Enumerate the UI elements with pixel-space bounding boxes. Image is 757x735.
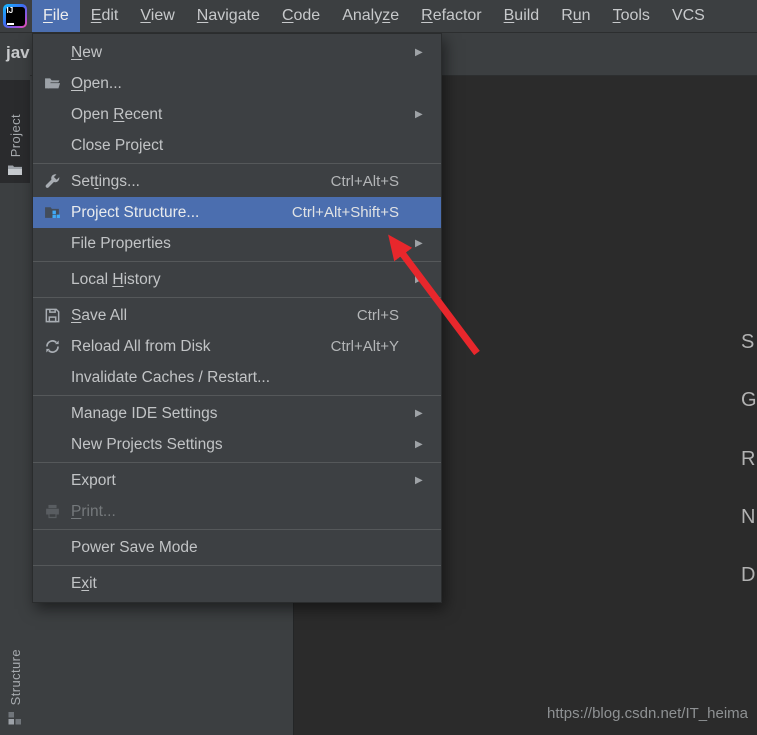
menu-item-new[interactable]: New ▶ <box>33 37 441 68</box>
menu-item-reload-all-from-disk[interactable]: Reload All from Disk Ctrl+Alt+Y <box>33 331 441 362</box>
save-icon <box>33 307 71 324</box>
menu-separator <box>33 529 441 530</box>
menu-navigate[interactable]: Navigate <box>186 0 271 32</box>
menu-file[interactable]: File <box>32 0 80 32</box>
menu-refactor[interactable]: Refactor <box>410 0 492 32</box>
editor-hint-letter: N <box>741 506 756 528</box>
menu-separator <box>33 565 441 566</box>
menu-item-label: Export <box>71 471 116 489</box>
menu-bar-items: File Edit View Navigate Code Analyze Refactor B… <box>32 0 716 32</box>
menu-item-settings[interactable]: Settings... Ctrl+Alt+S <box>33 166 441 197</box>
menu-bar: IJ File Edit View Navigate Code Analyze Refact… <box>0 0 757 33</box>
file-menu-dropdown: New ▶ Open... Open Recent ▶ Close Project Sett… <box>32 33 442 603</box>
menu-separator <box>33 462 441 463</box>
submenu-arrow-icon: ▶ <box>415 47 423 58</box>
menu-analyze[interactable]: Analyze <box>331 0 410 32</box>
menu-item-label: New Projects Settings <box>71 435 223 453</box>
menu-item-label: Local History <box>71 270 161 288</box>
editor-hint-letter: D <box>741 564 756 586</box>
menu-item-label: Settings... <box>71 172 140 190</box>
menu-item-manage-ide-settings[interactable]: Manage IDE Settings ▶ <box>33 398 441 429</box>
project-button-label: Project <box>7 113 23 157</box>
watermark-text: https://blog.csdn.net/IT_heima <box>547 705 748 722</box>
editor-hint-letter: R <box>741 448 756 470</box>
submenu-arrow-icon: ▶ <box>415 408 423 419</box>
menu-item-label: Reload All from Disk <box>71 337 211 355</box>
menu-item-label: Open... <box>71 74 122 92</box>
submenu-arrow-icon: ▶ <box>415 475 423 486</box>
menu-item-project-structure[interactable]: Project Structure... Ctrl+Alt+Shift+S <box>33 197 441 228</box>
menu-item-local-history[interactable]: Local History ▶ <box>33 264 441 295</box>
menu-item-label: Manage IDE Settings <box>71 404 218 422</box>
menu-item-shortcut: Ctrl+Alt+Shift+S <box>291 204 399 221</box>
menu-edit[interactable]: Edit <box>80 0 130 32</box>
printer-icon <box>33 503 71 520</box>
intellij-logo-icon: IJ <box>3 4 27 28</box>
menu-separator <box>33 261 441 262</box>
menu-item-print: Print... <box>33 496 441 527</box>
menu-separator <box>33 163 441 164</box>
submenu-arrow-icon: ▶ <box>415 109 423 120</box>
tool-window-button-structure[interactable]: Structure <box>0 608 30 734</box>
menu-item-open-recent[interactable]: Open Recent ▶ <box>33 99 441 130</box>
menu-code[interactable]: Code <box>271 0 331 32</box>
editor-hint-letter: S <box>741 331 755 353</box>
menu-item-file-properties[interactable]: File Properties ▶ <box>33 228 441 259</box>
editor-hint-letter: G <box>741 389 757 411</box>
menu-item-label: Open Recent <box>71 105 163 123</box>
submenu-arrow-icon: ▶ <box>415 274 423 285</box>
menu-item-shortcut: Ctrl+Alt+Y <box>330 338 399 355</box>
intellij-window: IJ File Edit View Navigate Code Analyze Refact… <box>0 0 757 735</box>
menu-item-label: Print... <box>71 502 116 520</box>
menu-item-power-save-mode[interactable]: Power Save Mode <box>33 532 441 563</box>
menu-tools[interactable]: Tools <box>602 0 661 32</box>
menu-item-label: Exit <box>71 574 97 592</box>
menu-item-new-projects-settings[interactable]: New Projects Settings ▶ <box>33 429 441 460</box>
menu-item-label: Save All <box>71 306 128 324</box>
menu-view[interactable]: View <box>129 0 185 32</box>
menu-item-shortcut: Ctrl+Alt+S <box>330 173 399 190</box>
menu-item-exit[interactable]: Exit <box>33 568 441 599</box>
intellij-logo-underscore <box>7 22 14 25</box>
menu-item-label: New <box>71 43 103 61</box>
menu-run[interactable]: Run <box>550 0 601 32</box>
menu-item-save-all[interactable]: Save All Ctrl+S <box>33 300 441 331</box>
menu-separator <box>33 297 441 298</box>
submenu-arrow-icon: ▶ <box>415 439 423 450</box>
menu-item-label: Close Project <box>71 136 164 154</box>
menu-item-label: File Properties <box>71 234 171 252</box>
folder-open-icon <box>33 75 71 92</box>
refresh-icon <box>33 338 71 355</box>
wrench-icon <box>33 173 71 190</box>
structure-icon <box>7 710 23 726</box>
navigation-bar-project-name[interactable]: jav <box>6 43 30 63</box>
menu-item-export[interactable]: Export ▶ <box>33 465 441 496</box>
structure-button-label: Structure <box>7 648 23 705</box>
menu-item-label: Power Save Mode <box>71 538 198 556</box>
menu-item-open[interactable]: Open... <box>33 68 441 99</box>
menu-build[interactable]: Build <box>493 0 551 32</box>
tool-window-button-project[interactable]: Project <box>0 80 30 183</box>
menu-separator <box>33 395 441 396</box>
menu-item-close-project[interactable]: Close Project <box>33 130 441 161</box>
menu-item-shortcut: Ctrl+S <box>356 307 399 324</box>
project-folder-icon <box>7 162 23 178</box>
menu-item-invalidate-caches-restart[interactable]: Invalidate Caches / Restart... <box>33 362 441 393</box>
intellij-logo-text: IJ <box>6 5 14 15</box>
project-structure-icon <box>33 204 71 221</box>
menu-vcs[interactable]: VCS <box>661 0 716 32</box>
menu-item-label: Invalidate Caches / Restart... <box>71 368 271 386</box>
menu-item-label: Project Structure... <box>71 203 200 221</box>
submenu-arrow-icon: ▶ <box>415 238 423 249</box>
